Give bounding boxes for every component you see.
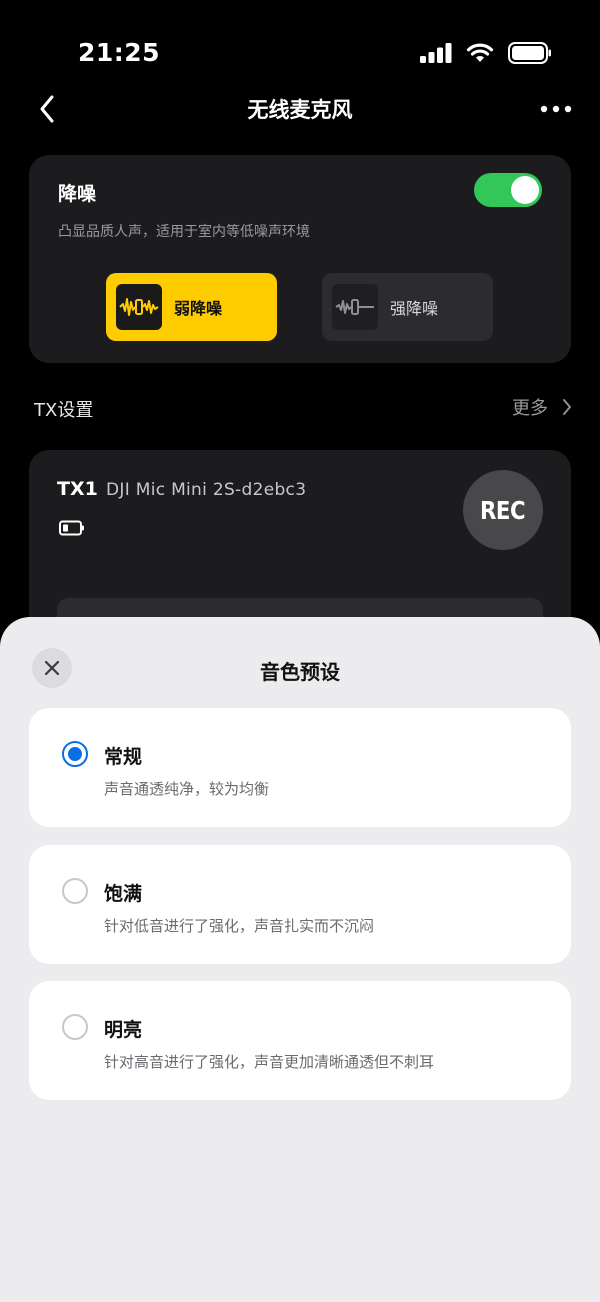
preset-option-full[interactable]: 饱满 针对低音进行了强化，声音扎实而不沉闷 (29, 845, 571, 964)
tx-device-model: DJI Mic Mini 2S-d2ebc3 (106, 480, 307, 500)
option-description: 针对低音进行了强化，声音扎实而不沉闷 (104, 917, 375, 935)
battery-icon (508, 42, 551, 64)
more-dots-icon (540, 105, 572, 113)
status-time: 21:25 (78, 38, 161, 67)
preset-option-bright[interactable]: 明亮 针对高音进行了强化，声音更加清晰通透但不刺耳 (29, 981, 571, 1100)
sheet-title: 音色预设 (260, 660, 340, 684)
option-title: 饱满 (104, 883, 143, 905)
noise-reduction-toggle[interactable] (474, 173, 542, 207)
cellular-signal-icon (420, 43, 452, 63)
option-description: 针对高音进行了强化，声音更加清晰通透但不刺耳 (104, 1053, 435, 1071)
toggle-knob (511, 176, 539, 204)
noise-reduction-description: 凸显品质人声，适用于室内等低噪声环境 (58, 224, 310, 240)
nav-bar: 无线麦克风 (0, 84, 600, 134)
page-title: 无线麦克风 (247, 98, 353, 122)
option-description: 声音通透纯净，较为均衡 (104, 780, 270, 798)
tx-battery-icon (59, 520, 85, 540)
status-icons (420, 42, 552, 64)
tx-settings-label: TX设置 (34, 400, 94, 421)
tx-device-name: TX1 (57, 478, 98, 500)
tx-settings-header: TX设置 更多 (0, 394, 600, 422)
radio-button[interactable] (62, 1014, 88, 1040)
tx-more-link[interactable]: 更多 (512, 394, 572, 420)
noise-reduction-card: 降噪 凸显品质人声，适用于室内等低噪声环境 弱降噪 强降噪 (29, 155, 571, 363)
wifi-icon (466, 43, 494, 62)
more-options-button[interactable] (538, 92, 574, 126)
chevron-right-icon (563, 399, 571, 415)
tone-preset-sheet: 音色预设 常规 声音通透纯净，较为均衡 饱满 针对低音进行了强化，声音扎实而不沉… (0, 617, 600, 1302)
strong-noise-reduction-label: 强降噪 (390, 299, 439, 318)
tx-more-label: 更多 (512, 398, 548, 419)
preset-option-normal[interactable]: 常规 声音通透纯净，较为均衡 (29, 708, 571, 827)
option-title: 明亮 (104, 1019, 143, 1041)
rec-button[interactable]: REC (463, 470, 543, 550)
strong-noise-reduction-button[interactable]: 强降噪 (322, 273, 493, 341)
weak-noise-reduction-button[interactable]: 弱降噪 (106, 273, 277, 341)
weak-noise-reduction-label: 弱降噪 (174, 299, 223, 318)
radio-button[interactable] (62, 878, 88, 904)
option-title: 常规 (104, 746, 143, 768)
waveform-flat-icon (332, 284, 378, 330)
rec-label: REC (480, 495, 526, 525)
waveform-icon (116, 284, 162, 330)
radio-button-selected[interactable] (62, 741, 88, 767)
noise-reduction-title: 降噪 (58, 183, 97, 205)
